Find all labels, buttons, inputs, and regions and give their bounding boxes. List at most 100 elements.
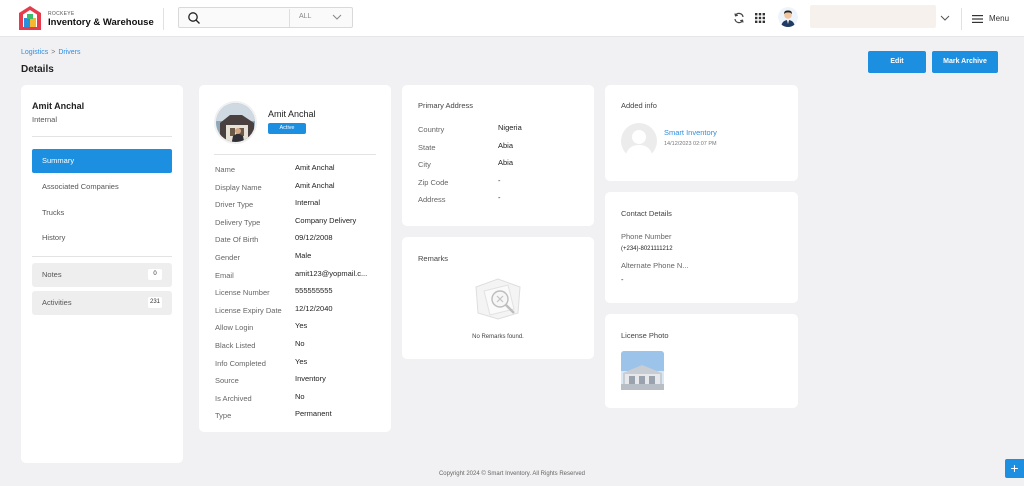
footer-copyright: Copyright 2024 © Smart Inventory. All Ri…: [438, 471, 586, 477]
detail-value: Company Delivery: [295, 215, 357, 225]
sidebar-item-activities[interactable]: Activities 231: [32, 291, 172, 315]
top-bar: ROCKEYE Inventory & Warehouse ALL Menu: [0, 0, 1024, 37]
detail-value: 555555555: [295, 286, 333, 296]
detail-label: Delivery Type: [215, 217, 261, 227]
add-button[interactable]: +: [1005, 459, 1024, 478]
contact-details-card: Contact Details Phone Number (+234)-8021…: [605, 192, 798, 303]
app-logo[interactable]: [18, 5, 42, 31]
search-scope-select[interactable]: ALL: [299, 13, 311, 20]
divider: [32, 256, 172, 257]
address-value: Abia: [498, 140, 514, 150]
address-value: Abia: [498, 158, 514, 168]
sidebar-item-summary[interactable]: Summary: [32, 149, 172, 173]
remarks-empty-message: No Remarks found.: [472, 334, 524, 340]
license-photo-thumbnail[interactable]: [621, 351, 664, 394]
apps-grid-icon[interactable]: [754, 12, 766, 24]
driver-details-card: Amit Anchal Active Name Amit Anchal Displa…: [199, 85, 391, 432]
detail-label: License Expiry Date: [215, 305, 282, 315]
license-photo-title: License Photo: [621, 331, 669, 340]
address-label: State: [418, 142, 436, 152]
address-value: -: [498, 193, 501, 203]
detail-label: Black Listed: [215, 341, 256, 350]
menu-button[interactable]: Menu: [972, 13, 1012, 25]
sidebar-item-associated-companies[interactable]: Associated Companies: [32, 175, 172, 199]
sidebar-item-trucks[interactable]: Trucks: [32, 201, 172, 225]
breadcrumb: Logistics > Drivers: [21, 49, 81, 56]
search-icon[interactable]: [187, 11, 201, 25]
refresh-icon[interactable]: [733, 12, 745, 24]
activities-label: Activities: [42, 298, 72, 307]
primary-address-card: Primary Address Country Nigeria State Abia C…: [402, 85, 594, 226]
activities-count-badge: 231: [147, 297, 162, 308]
address-label: Address: [418, 195, 446, 205]
detail-value: Amit Anchal: [295, 180, 335, 190]
detail-value: Internal: [295, 198, 321, 208]
detail-value: No: [295, 391, 305, 401]
divider: [163, 8, 164, 30]
user-placeholder-avatar: [621, 123, 657, 159]
detail-label: Gender: [215, 253, 241, 262]
detail-value: Yes: [295, 321, 308, 331]
account-selector[interactable]: [810, 5, 936, 28]
sidebar-card: Amit Anchal Internal Summary Associated …: [21, 85, 183, 463]
sidebar-driver-type: Internal: [32, 115, 58, 124]
notes-count-badge: 0: [148, 269, 162, 280]
detail-label: Type: [215, 411, 232, 421]
chevron-down-icon[interactable]: [940, 13, 950, 23]
breadcrumb-separator: >: [51, 49, 56, 56]
added-by-user-link[interactable]: Smart Inventory: [664, 128, 717, 137]
search-input[interactable]: [207, 10, 287, 25]
sidebar-driver-name: Amit Anchal: [32, 101, 85, 111]
alternate-phone-label: Alternate Phone N...: [621, 261, 689, 270]
contact-details-title: Contact Details: [621, 209, 672, 218]
driver-photo: [214, 101, 257, 144]
sidebar-item-notes[interactable]: Notes 0: [32, 263, 172, 287]
brand-title: Inventory & Warehouse: [48, 17, 154, 28]
user-avatar[interactable]: [778, 7, 798, 27]
edit-button[interactable]: Edit: [868, 51, 926, 73]
remarks-card: Remarks No Remarks found.: [402, 237, 594, 359]
added-info-title: Added info: [621, 101, 657, 110]
detail-value: Permanent: [295, 409, 332, 419]
detail-value: Inventory: [295, 374, 326, 384]
status-badge: Active: [268, 123, 306, 134]
detail-label: Date Of Birth: [215, 235, 259, 245]
detail-value: 12/12/2040: [295, 303, 333, 313]
global-search: ALL: [178, 7, 353, 28]
detail-label: Allow Login: [215, 323, 254, 333]
detail-label: License Number: [215, 288, 270, 298]
added-info-card: Added info Smart Inventory 14/12/2023 02…: [605, 85, 798, 181]
chevron-down-icon[interactable]: [332, 12, 342, 22]
driver-name: Amit Anchal: [268, 109, 316, 119]
detail-value: Amit Anchal: [295, 163, 335, 172]
address-label: Zip Code: [418, 177, 449, 187]
detail-value: No: [295, 339, 305, 348]
detail-label: Display Name: [215, 182, 262, 192]
detail-value: Yes: [295, 356, 308, 366]
phone-value: (+234)-8021111212: [621, 246, 673, 252]
plus-icon: +: [1010, 460, 1019, 476]
detail-label: Is Archived: [215, 393, 252, 403]
address-label: Country: [418, 125, 445, 134]
empty-search-illustration: [470, 275, 526, 323]
breadcrumb-drivers[interactable]: Drivers: [58, 49, 80, 56]
breadcrumb-logistics[interactable]: Logistics: [21, 49, 48, 56]
menu-label: Menu: [989, 14, 1010, 23]
page-title: Details: [21, 64, 54, 75]
detail-value: 09/12/2008: [295, 233, 333, 243]
detail-label: Name: [215, 165, 236, 174]
divider: [214, 154, 376, 155]
detail-label: Driver Type: [215, 200, 254, 210]
divider: [32, 136, 172, 137]
license-photo-card: License Photo: [605, 314, 798, 408]
added-date: 14/12/2023 02:07 PM: [664, 141, 717, 147]
mark-archive-button[interactable]: Mark Archive: [932, 51, 998, 73]
detail-value: amit123@yopmail.c...: [295, 268, 368, 278]
detail-label: Email: [215, 270, 234, 280]
sidebar-item-history[interactable]: History: [32, 226, 172, 250]
address-value: -: [498, 175, 501, 185]
remarks-title: Remarks: [418, 254, 449, 263]
divider: [289, 9, 290, 27]
alternate-phone-value: -: [621, 275, 624, 284]
address-value: Nigeria: [498, 123, 522, 132]
